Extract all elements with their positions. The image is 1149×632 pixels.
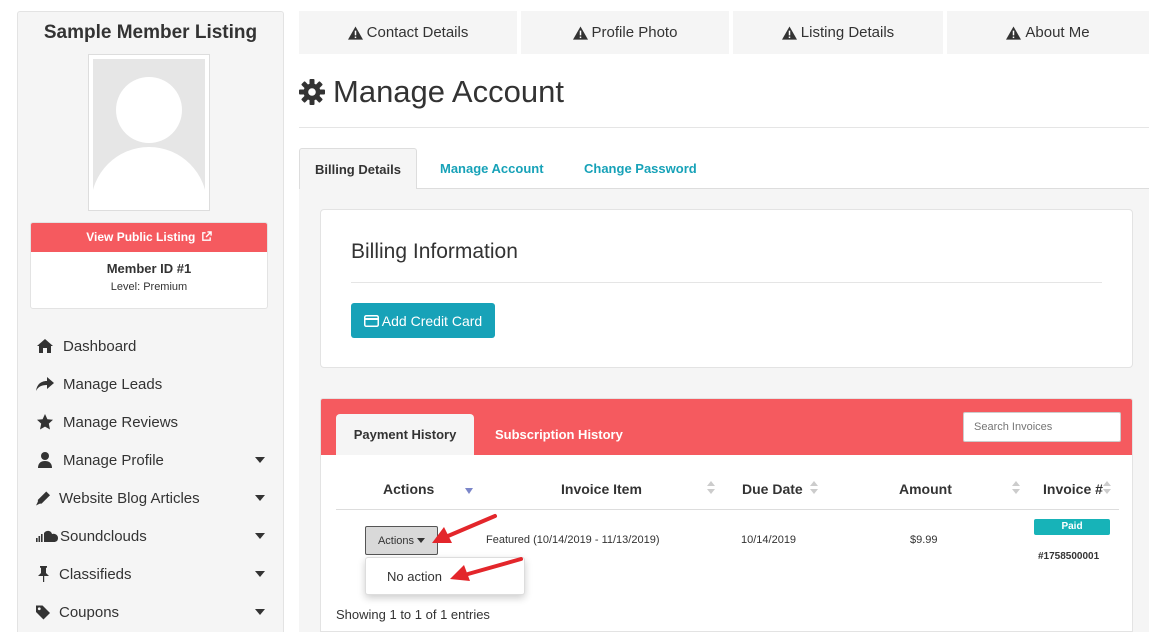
sidebar-item-label: Website Blog Articles xyxy=(59,489,200,507)
external-link-icon xyxy=(201,231,212,241)
member-card: View Public Listing Member ID #1 Level: … xyxy=(30,222,268,309)
account-sub-tabs: Billing Details Manage Account Change Pa… xyxy=(299,148,1149,190)
soundcloud-icon xyxy=(36,528,58,544)
sidebar-item-label: Coupons xyxy=(59,603,120,621)
warning-icon xyxy=(347,25,363,40)
chevron-down-icon[interactable] xyxy=(255,533,265,539)
caret-down-icon xyxy=(417,538,426,543)
sort-icon[interactable] xyxy=(1103,481,1111,495)
sidebar-item-website-blog-articles[interactable]: Website Blog Articles xyxy=(18,479,283,517)
member-id: Member ID #1 xyxy=(106,261,192,276)
sidebar-item-label: Soundclouds xyxy=(60,527,147,545)
chevron-down-icon[interactable] xyxy=(255,609,265,615)
pencil-icon xyxy=(36,490,50,506)
avatar xyxy=(88,54,210,211)
warning-icon xyxy=(781,25,797,40)
gear-icon xyxy=(299,79,325,105)
add-credit-card-button[interactable]: Add Credit Card xyxy=(351,303,495,338)
column-header-invoice-item[interactable]: Invoice Item xyxy=(561,481,642,497)
sidebar-item-manage-leads[interactable]: Manage Leads xyxy=(18,365,283,403)
due-date-cell: 10/14/2019 xyxy=(741,534,797,546)
tab-manage-account[interactable]: Manage Account xyxy=(440,148,544,189)
share-arrow-icon xyxy=(36,376,54,392)
warning-icon xyxy=(1006,25,1022,40)
divider xyxy=(351,282,1102,283)
sidebar-item-label: Manage Leads xyxy=(63,375,163,393)
sidebar: Sample Member Listing View Public Listin… xyxy=(17,11,284,632)
member-level: Level: Premium xyxy=(110,281,188,293)
page-title: Manage Account xyxy=(299,74,564,110)
column-header-amount[interactable]: Amount xyxy=(899,481,952,497)
dropdown-item-no-action[interactable]: No action xyxy=(387,569,442,584)
sidebar-item-label: Classifieds xyxy=(59,565,132,583)
history-header: Payment History Subscription History xyxy=(321,399,1132,455)
tab-subscription-history[interactable]: Subscription History xyxy=(495,414,623,455)
site-title: Sample Member Listing xyxy=(43,22,258,43)
view-public-listing-button[interactable]: View Public Listing xyxy=(31,223,267,252)
chevron-down-icon[interactable] xyxy=(255,457,265,463)
divider xyxy=(336,509,1119,510)
top-tabs: Contact Details Profile Photo Listing De… xyxy=(299,11,1149,54)
chevron-down-icon[interactable] xyxy=(255,495,265,501)
sidebar-item-label: Dashboard xyxy=(63,337,137,355)
invoice-item-cell: Featured (10/14/2019 - 11/13/2019) xyxy=(486,534,660,546)
thumbtack-icon xyxy=(36,566,50,582)
sidebar-item-soundclouds[interactable]: Soundclouds xyxy=(18,517,283,555)
credit-card-icon xyxy=(363,314,379,327)
view-public-listing-label: View Public Listing xyxy=(86,230,196,244)
star-icon xyxy=(36,414,54,430)
sidebar-item-manage-profile[interactable]: Manage Profile xyxy=(18,441,283,479)
avatar-placeholder-icon xyxy=(93,59,205,206)
sidebar-item-dashboard[interactable]: Dashboard xyxy=(18,327,283,365)
billing-title: Billing Information xyxy=(351,240,518,263)
sort-icon[interactable] xyxy=(810,481,818,495)
divider xyxy=(299,127,1149,128)
tab-label: Contact Details xyxy=(366,24,469,41)
amount-cell: $9.99 xyxy=(910,534,938,546)
user-icon xyxy=(36,452,54,468)
tab-listing-details[interactable]: Listing Details xyxy=(733,11,943,54)
annotation-arrow-icon xyxy=(432,514,497,543)
sort-desc-icon[interactable] xyxy=(465,488,473,494)
chevron-down-icon[interactable] xyxy=(255,571,265,577)
annotation-arrow-icon xyxy=(450,557,523,581)
billing-information-card: Billing Information Add Credit Card xyxy=(320,209,1133,368)
sort-icon[interactable] xyxy=(707,481,715,495)
tab-contact-details[interactable]: Contact Details xyxy=(299,11,517,54)
actions-button-label: Actions xyxy=(377,534,415,547)
tab-profile-photo[interactable]: Profile Photo xyxy=(521,11,729,54)
column-header-invoice-number[interactable]: Invoice # xyxy=(1043,481,1103,497)
home-icon xyxy=(36,338,54,354)
sidebar-menu: Dashboard Manage Leads Manage Reviews Ma… xyxy=(18,327,283,631)
warning-icon xyxy=(572,25,588,40)
sidebar-item-label: Manage Reviews xyxy=(63,413,179,431)
tag-icon xyxy=(36,604,50,620)
page-title-text: Manage Account xyxy=(333,74,564,109)
add-credit-card-label: Add Credit Card xyxy=(381,312,483,329)
status-badge: Paid xyxy=(1034,519,1110,535)
sidebar-item-coupons[interactable]: Coupons xyxy=(18,593,283,631)
column-header-due-date[interactable]: Due Date xyxy=(742,481,803,497)
tab-payment-history[interactable]: Payment History xyxy=(336,414,474,455)
sidebar-item-classifieds[interactable]: Classifieds xyxy=(18,555,283,593)
tab-label: Profile Photo xyxy=(591,24,678,41)
table-info: Showing 1 to 1 of 1 entries xyxy=(336,607,490,622)
tab-billing-details[interactable]: Billing Details xyxy=(299,148,417,190)
search-invoices-input[interactable] xyxy=(963,412,1121,442)
tab-label: Listing Details xyxy=(800,24,895,41)
column-header-actions[interactable]: Actions xyxy=(383,481,434,497)
tab-about-me[interactable]: About Me xyxy=(947,11,1149,54)
tab-label: About Me xyxy=(1025,24,1090,41)
tab-change-password[interactable]: Change Password xyxy=(584,148,697,189)
invoice-number-cell: #1758500001 xyxy=(1038,551,1100,562)
sort-icon[interactable] xyxy=(1012,481,1020,495)
sidebar-item-label: Manage Profile xyxy=(63,451,164,469)
sidebar-item-manage-reviews[interactable]: Manage Reviews xyxy=(18,403,283,441)
